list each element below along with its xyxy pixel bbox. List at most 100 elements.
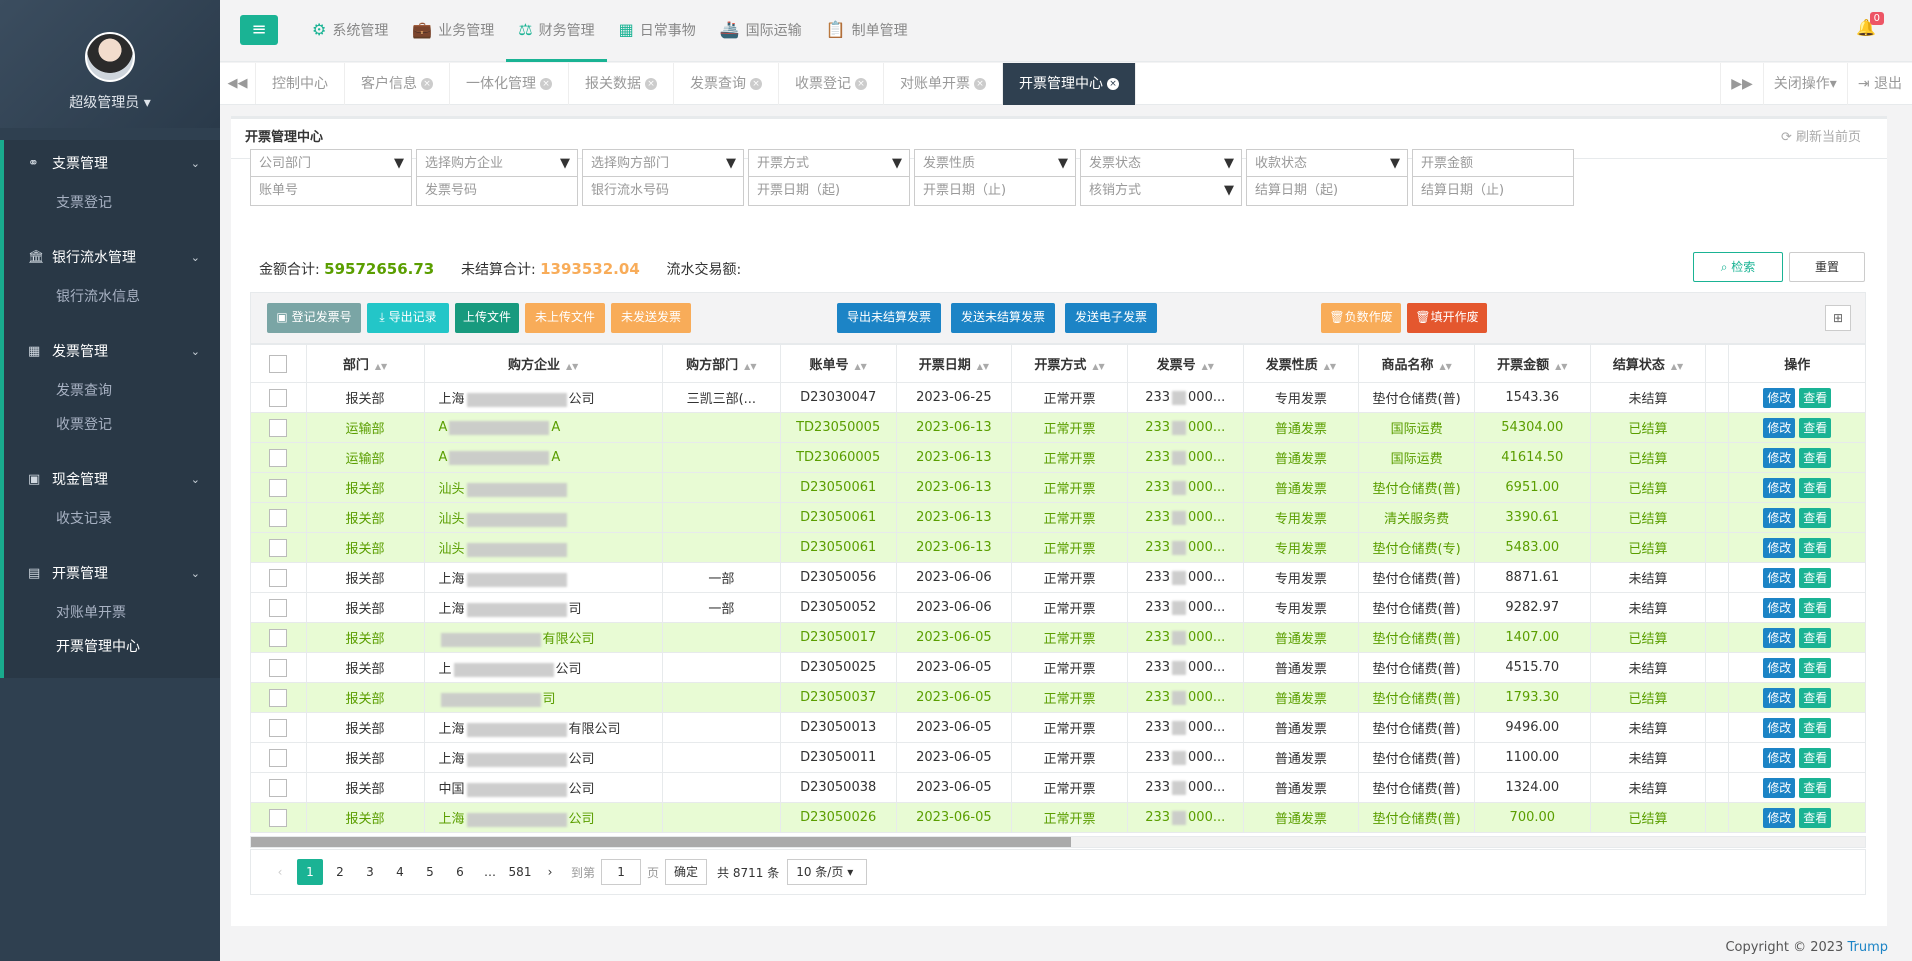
view-button[interactable]: 查看: [1799, 537, 1832, 558]
column-header[interactable]: 购方部门 ▲▼: [661, 344, 781, 383]
column-header[interactable]: 购方企业 ▲▼: [423, 344, 663, 383]
row-checkbox[interactable]: [269, 448, 288, 467]
view-button[interactable]: 查看: [1799, 627, 1832, 648]
logout-button[interactable]: ⇥ 退出: [1846, 63, 1912, 105]
page-581[interactable]: 581: [507, 859, 533, 885]
row-checkbox[interactable]: [269, 778, 288, 797]
negative-void-button[interactable]: 🗑负数作废: [1321, 303, 1401, 333]
edit-button[interactable]: 修改: [1763, 447, 1796, 468]
sidebar-item[interactable]: 收支记录: [4, 502, 220, 536]
upload-file-button[interactable]: 上传文件: [455, 303, 519, 333]
filter2-6[interactable]: 结算日期（起): [1246, 176, 1408, 206]
sidebar-item[interactable]: 发票查询: [4, 374, 220, 408]
sidebar-group-2[interactable]: ▦ 发票管理 ⌄: [4, 328, 220, 374]
sidebar-item[interactable]: 支票登记: [4, 186, 220, 220]
edit-button[interactable]: 修改: [1763, 657, 1796, 678]
export-record-button[interactable]: ⤓ 导出记录: [367, 303, 449, 333]
sort-icon[interactable]: ▲▼: [1202, 362, 1214, 371]
row-checkbox[interactable]: [269, 478, 288, 497]
view-button[interactable]: 查看: [1799, 417, 1832, 438]
row-checkbox[interactable]: [269, 748, 288, 767]
page-3[interactable]: 3: [357, 859, 383, 885]
tab-7[interactable]: 开票管理中心 ×: [1003, 63, 1136, 105]
tab-3[interactable]: 报关数据 ×: [569, 63, 674, 105]
tabs-scroll-left-icon[interactable]: ◀◀: [220, 63, 256, 104]
view-button[interactable]: 查看: [1799, 777, 1832, 798]
filter-4[interactable]: 发票性质: [914, 149, 1076, 179]
tabs-scroll-right-icon[interactable]: ▶▶: [1720, 63, 1763, 105]
filter-1[interactable]: 选择购方企业: [416, 149, 578, 179]
tab-6[interactable]: 对账单开票 ×: [884, 63, 1003, 105]
row-checkbox[interactable]: [269, 688, 288, 707]
edit-button[interactable]: 修改: [1763, 807, 1796, 828]
sidebar-group-4[interactable]: ▤ 开票管理 ⌄: [4, 550, 220, 596]
tab-5[interactable]: 收票登记 ×: [779, 63, 884, 105]
sidebar-item[interactable]: 开票管理中心: [4, 630, 220, 664]
sort-icon[interactable]: ▲▼: [977, 362, 989, 371]
filter2-2[interactable]: 银行流水号码: [582, 176, 744, 206]
column-header[interactable]: 账单号 ▲▼: [779, 344, 897, 383]
filter2-0[interactable]: 账单号: [250, 176, 412, 206]
column-header[interactable]: 结算状态 ▲▼: [1589, 344, 1707, 383]
topnav-item[interactable]: ⚖ 财务管理: [506, 0, 607, 62]
topnav-item[interactable]: 📋 制单管理: [814, 0, 920, 62]
send-e-invoice-button[interactable]: 发送电子发票: [1065, 303, 1157, 333]
sidebar-item[interactable]: 对账单开票: [4, 596, 220, 630]
filter-3[interactable]: 开票方式: [748, 149, 910, 179]
edit-button[interactable]: 修改: [1763, 507, 1796, 528]
issue-void-button[interactable]: 🗑填开作废: [1407, 303, 1487, 333]
sort-icon[interactable]: ▲▼: [744, 362, 756, 371]
row-checkbox[interactable]: [269, 508, 288, 527]
edit-button[interactable]: 修改: [1763, 387, 1796, 408]
close-icon[interactable]: ×: [540, 78, 552, 90]
topnav-item[interactable]: 💼 业务管理: [400, 0, 506, 62]
view-button[interactable]: 查看: [1799, 717, 1832, 738]
column-header[interactable]: 发票号 ▲▼: [1126, 344, 1244, 383]
row-checkbox[interactable]: [269, 628, 288, 647]
sidebar-item[interactable]: 收票登记: [4, 408, 220, 442]
sort-icon[interactable]: ▲▼: [1671, 362, 1683, 371]
page-5[interactable]: 5: [417, 859, 443, 885]
edit-button[interactable]: 修改: [1763, 537, 1796, 558]
page-size-select[interactable]: 10 条/页 ▾: [787, 859, 868, 885]
edit-button[interactable]: 修改: [1763, 627, 1796, 648]
page-input[interactable]: 1: [601, 859, 642, 885]
view-button[interactable]: 查看: [1799, 567, 1832, 588]
column-header[interactable]: 部门 ▲▼: [305, 344, 425, 383]
sidebar-group-3[interactable]: ▣ 现金管理 ⌄: [4, 456, 220, 502]
view-button[interactable]: 查看: [1799, 447, 1832, 468]
filter-6[interactable]: 收款状态: [1246, 149, 1408, 179]
menu-toggle-button[interactable]: ≡: [240, 15, 278, 45]
view-button[interactable]: 查看: [1799, 597, 1832, 618]
edit-button[interactable]: 修改: [1763, 567, 1796, 588]
row-checkbox[interactable]: [269, 808, 288, 827]
tab-4[interactable]: 发票查询 ×: [674, 63, 779, 105]
close-icon[interactable]: ×: [974, 78, 986, 90]
view-button[interactable]: 查看: [1799, 387, 1832, 408]
row-checkbox[interactable]: [269, 658, 288, 677]
view-button[interactable]: 查看: [1799, 747, 1832, 768]
horizontal-scrollbar[interactable]: [250, 836, 1866, 848]
filter2-7[interactable]: 结算日期（止): [1412, 176, 1574, 206]
sort-icon[interactable]: ▲▼: [1555, 362, 1567, 371]
select-all-checkbox[interactable]: [269, 354, 288, 373]
column-header[interactable]: 发票性质 ▲▼: [1242, 344, 1360, 383]
row-checkbox[interactable]: [269, 568, 288, 587]
filter-2[interactable]: 选择购方部门: [582, 149, 744, 179]
tab-2[interactable]: 一体化管理 ×: [450, 63, 569, 105]
not-sent-button[interactable]: 未发送发票: [611, 303, 691, 333]
goto-confirm-button[interactable]: 确定: [665, 859, 708, 885]
next-page-icon[interactable]: ›: [537, 859, 563, 885]
view-button[interactable]: 查看: [1799, 687, 1832, 708]
tab-0[interactable]: 控制中心: [256, 63, 345, 105]
filter-0[interactable]: 公司部门: [250, 149, 412, 179]
column-header[interactable]: 开票金额 ▲▼: [1473, 344, 1591, 383]
sidebar-group-1[interactable]: 🏛 银行流水管理 ⌄: [4, 234, 220, 280]
sidebar-group-0[interactable]: ⚭ 支票管理 ⌄: [4, 140, 220, 186]
sidebar-item[interactable]: 银行流水信息: [4, 280, 220, 314]
column-header[interactable]: 开票方式 ▲▼: [1011, 344, 1128, 383]
view-button[interactable]: 查看: [1799, 507, 1832, 528]
view-button[interactable]: 查看: [1799, 657, 1832, 678]
topnav-item[interactable]: ▦ 日常事物: [607, 0, 708, 62]
filter-5[interactable]: 发票状态: [1080, 149, 1242, 179]
